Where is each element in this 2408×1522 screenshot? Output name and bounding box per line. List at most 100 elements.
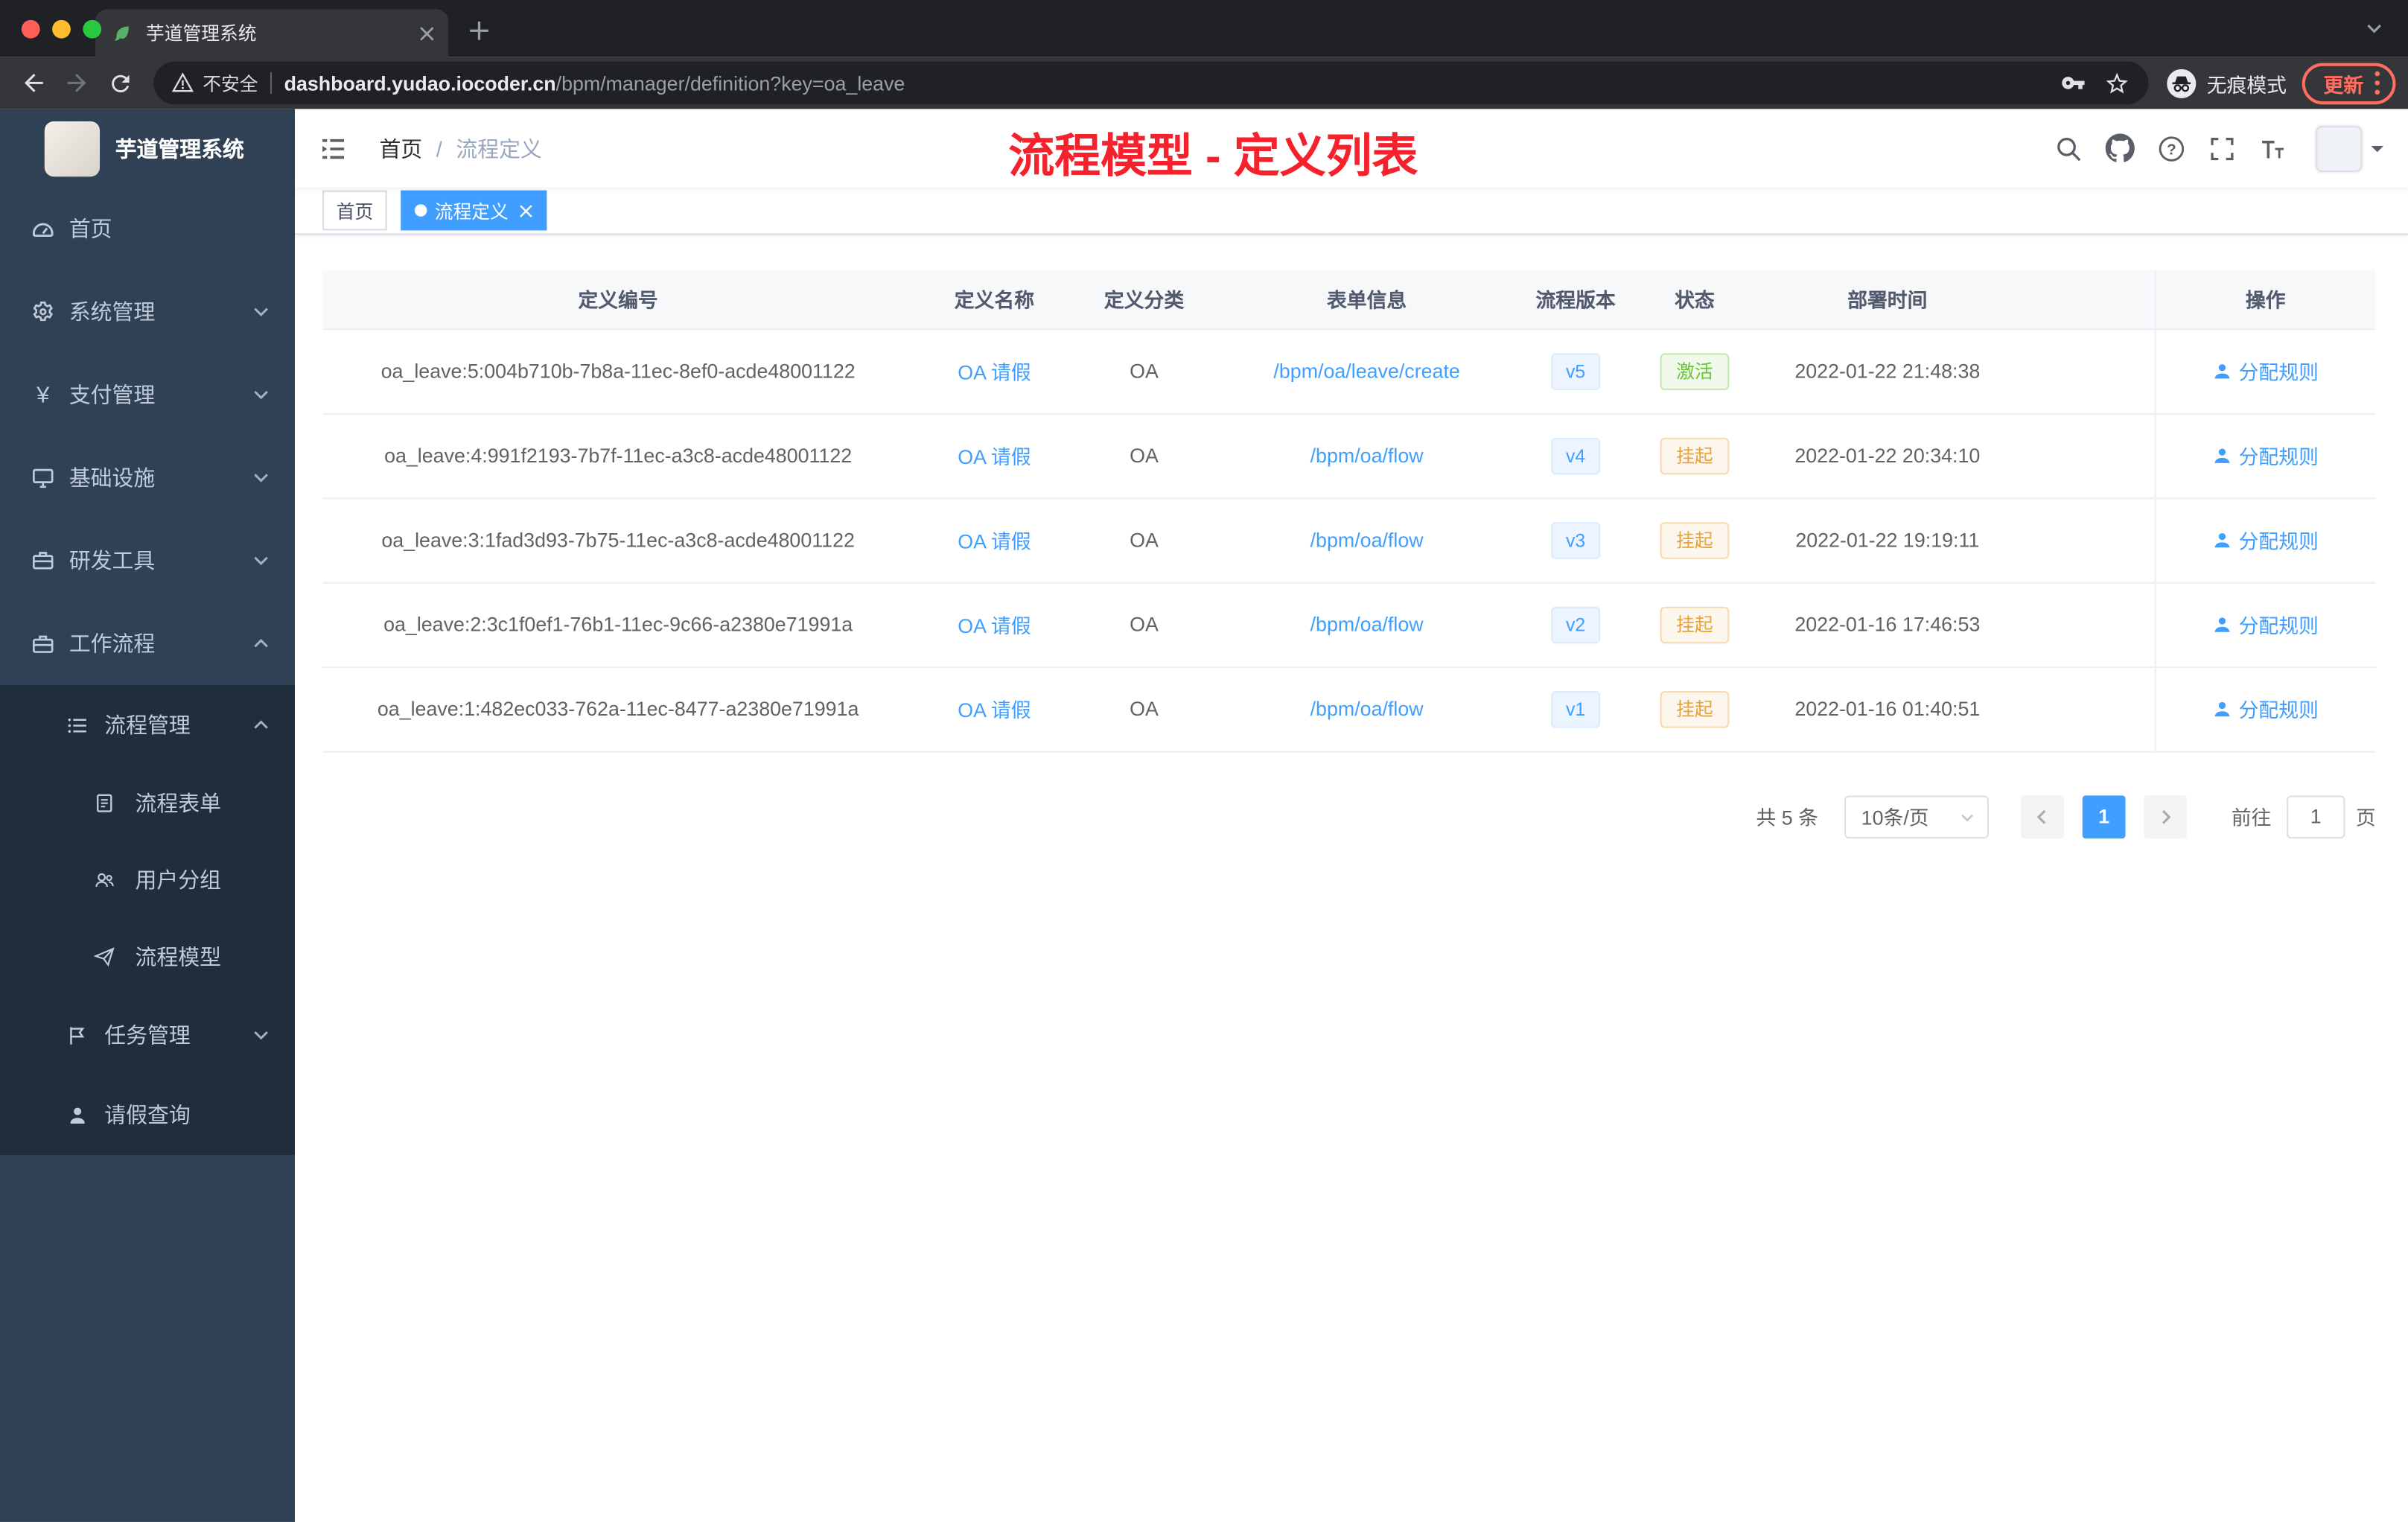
current-page-button[interactable]: 1 [2082, 795, 2126, 838]
url-text: dashboard.yudao.iocoder.cn/bpm/manager/d… [284, 71, 2049, 95]
flag-icon [65, 1024, 89, 1047]
col-deploy-time: 部署时间 [1758, 270, 2017, 330]
form-link[interactable]: /bpm/oa/flow [1310, 697, 1424, 720]
table-row: oa_leave:1:482ec033-762a-11ec-8477-a2380… [322, 666, 2376, 752]
menu-dots-icon[interactable] [2374, 71, 2380, 95]
total-count: 共 5 条 [1756, 806, 1818, 830]
definition-id: oa_leave:5:004b710b-7b8a-11ec-8ef0-acde4… [322, 328, 914, 414]
sidebar-item-label: 系统管理 [69, 299, 156, 325]
sidebar-item-task-management[interactable]: 任务管理 [0, 996, 295, 1075]
browser-toolbar: 不安全 dashboard.yudao.iocoder.cn/bpm/manag… [0, 57, 2408, 109]
close-window-button[interactable] [21, 19, 40, 39]
sidebar-item-leave-query[interactable]: 请假查询 [0, 1075, 295, 1155]
definition-name-link[interactable]: OA 请假 [958, 698, 1031, 722]
definition-id: oa_leave:1:482ec033-762a-11ec-8477-a2380… [322, 666, 914, 752]
incognito-label: 无痕模式 [2206, 72, 2287, 96]
table-row: oa_leave:2:3c1f0ef1-76b1-11ec-9c66-a2380… [322, 582, 2376, 668]
sidebar-item-workflow[interactable]: 工作流程 [0, 602, 295, 685]
security-chip[interactable]: 不安全 [172, 70, 258, 96]
sidebar-item-label: 用户分组 [135, 867, 222, 893]
sidebar-item-process-model[interactable]: 流程模型 [0, 918, 295, 995]
search-icon[interactable] [2055, 134, 2083, 162]
form-link[interactable]: /bpm/oa/flow [1310, 613, 1424, 636]
breadcrumb-home[interactable]: 首页 [379, 133, 422, 163]
tab-search-chevron-icon[interactable] [2365, 17, 2383, 45]
user-avatar[interactable] [2316, 125, 2383, 171]
tag-label: 首页 [336, 200, 374, 223]
forward-button[interactable] [55, 62, 98, 105]
form-link[interactable]: /bpm/oa/flow [1310, 444, 1424, 467]
reload-button[interactable] [98, 62, 141, 105]
assign-rule-link[interactable]: 分配规则 [2213, 357, 2319, 386]
help-icon[interactable]: ? [2158, 134, 2185, 162]
col-definition-category: 定义分类 [1074, 270, 1214, 330]
chevron-down-icon [252, 1026, 270, 1045]
github-icon[interactable] [2105, 133, 2135, 162]
col-process-version: 流程版本 [1520, 270, 1631, 330]
avatar-image [2316, 125, 2363, 171]
tag-home[interactable]: 首页 [322, 190, 387, 231]
form-link[interactable]: /bpm/oa/leave/create [1273, 360, 1459, 383]
deploy-time: 2022-01-22 19:19:11 [1758, 497, 2017, 583]
tag-close-icon[interactable] [519, 203, 533, 217]
sidebar-item-payment[interactable]: ¥ 支付管理 [0, 353, 295, 436]
filler-cell [2016, 328, 2155, 414]
sidebar-logo[interactable]: 芋道管理系统 [0, 109, 295, 187]
deploy-time: 2022-01-22 21:48:38 [1758, 328, 2017, 414]
next-page-button[interactable] [2144, 795, 2187, 838]
zoom-window-button[interactable] [83, 19, 102, 39]
browser-tab[interactable]: 芋道管理系统 [95, 9, 449, 57]
status-badge: 挂起 [1660, 436, 1729, 474]
page-size-value: 10条/页 [1861, 806, 1929, 830]
form-link[interactable]: /bpm/oa/flow [1310, 529, 1424, 552]
status-badge: 挂起 [1660, 605, 1729, 643]
definition-category: OA [1074, 413, 1214, 499]
sidebar-item-user-group[interactable]: 用户分组 [0, 841, 295, 918]
key-icon[interactable] [2061, 71, 2086, 95]
fullscreen-icon[interactable] [2208, 134, 2236, 162]
sidebar-item-infrastructure[interactable]: 基础设施 [0, 436, 295, 519]
page-size-select[interactable]: 10条/页 [1844, 795, 1989, 838]
assign-rule-link[interactable]: 分配规则 [2213, 694, 2319, 723]
workflow-submenu: 流程管理 流程表单 用户分组 流程模型 任务管理 请假查询 [0, 684, 295, 1155]
sidebar-item-system[interactable]: 系统管理 [0, 270, 295, 353]
url-path: /bpm/manager/definition?key=oa_leave [555, 71, 905, 95]
user-icon [2214, 448, 2229, 462]
warning-triangle-icon [172, 72, 194, 92]
assign-rule-link[interactable]: 分配规则 [2213, 610, 2319, 639]
chevron-down-icon [252, 468, 270, 487]
definition-id: oa_leave:4:991f2193-7b7f-11ec-a3c8-acde4… [322, 413, 914, 499]
assign-rule-link[interactable]: 分配规则 [2213, 441, 2319, 470]
address-bar[interactable]: 不安全 dashboard.yudao.iocoder.cn/bpm/manag… [153, 61, 2149, 105]
sidebar-item-process-form[interactable]: 流程表单 [0, 765, 295, 841]
font-size-icon[interactable] [2259, 134, 2287, 162]
version-badge: v4 [1550, 436, 1601, 474]
goto-page-input[interactable] [2287, 795, 2345, 838]
tab-close-icon[interactable] [419, 25, 435, 41]
sidebar-item-label: 任务管理 [104, 1022, 191, 1048]
back-button[interactable] [13, 62, 56, 105]
tag-label: 流程定义 [434, 200, 509, 223]
prev-page-button[interactable] [2021, 795, 2064, 838]
definition-name-link[interactable]: OA 请假 [958, 614, 1031, 637]
definition-id: oa_leave:2:3c1f0ef1-76b1-11ec-9c66-a2380… [322, 582, 914, 668]
bookmark-star-icon[interactable] [2104, 70, 2130, 96]
logo-title: 芋道管理系统 [115, 136, 244, 161]
definition-name-link[interactable]: OA 请假 [958, 445, 1031, 468]
col-form-info: 表单信息 [1213, 270, 1520, 330]
url-host: dashboard.yudao.iocoder.cn [284, 71, 556, 95]
assign-rule-link[interactable]: 分配规则 [2213, 525, 2319, 554]
update-label: 更新 [2323, 72, 2364, 96]
sidebar-item-devtools[interactable]: 研发工具 [0, 519, 295, 602]
definition-name-link[interactable]: OA 请假 [958, 361, 1031, 384]
definition-name-link[interactable]: OA 请假 [958, 530, 1031, 553]
monitor-icon [31, 465, 55, 490]
minimize-window-button[interactable] [52, 19, 71, 39]
toolbox-icon [31, 548, 55, 573]
sidebar-item-home[interactable]: 首页 [0, 188, 295, 270]
sidebar-item-process-management[interactable]: 流程管理 [0, 685, 295, 765]
tag-process-definition[interactable]: 流程定义 [401, 190, 547, 231]
sidebar-toggle-button[interactable] [318, 131, 351, 165]
update-button[interactable]: 更新 [2302, 62, 2396, 104]
new-tab-button[interactable] [458, 9, 501, 52]
